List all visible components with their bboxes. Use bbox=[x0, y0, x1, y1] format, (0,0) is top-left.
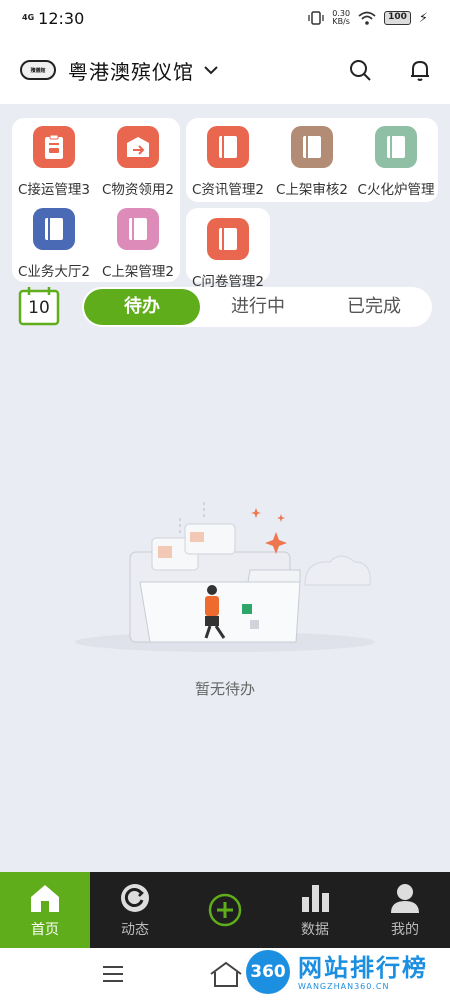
nav-data-label: 数据 bbox=[301, 922, 329, 938]
empty-folder-illustration bbox=[75, 502, 375, 652]
book-icon bbox=[207, 126, 249, 168]
app-label: C接运管理3 bbox=[17, 182, 90, 198]
tab-pending[interactable]: 待办 bbox=[84, 289, 200, 325]
org-logo: 殯儀館 bbox=[20, 60, 56, 80]
bottom-nav: 首页 动态 数据 我的 bbox=[0, 872, 450, 948]
app-tile[interactable]: C物资领用2 bbox=[96, 118, 180, 198]
app-tile[interactable]: C业务大厅2 bbox=[12, 200, 96, 280]
org-title[interactable]: 粤港澳殡仪馆 bbox=[68, 56, 194, 85]
book-icon bbox=[375, 126, 417, 168]
watermark: 360 网站排行榜 WANGZHAN360.CN bbox=[246, 950, 428, 994]
battery-indicator: 100 bbox=[384, 11, 411, 25]
nav-data[interactable]: 数据 bbox=[270, 872, 360, 948]
tab-completed[interactable]: 已完成 bbox=[316, 289, 432, 325]
wifi-icon bbox=[358, 11, 376, 25]
book-icon bbox=[33, 208, 75, 250]
user-icon bbox=[391, 884, 419, 913]
app-tile[interactable]: C问卷管理2 bbox=[186, 210, 270, 290]
app-header: 殯儀館 粤港澳殡仪馆 bbox=[0, 36, 450, 104]
app-tile[interactable]: C火化炉管理 bbox=[354, 118, 438, 198]
nav-home-label: 首页 bbox=[31, 922, 59, 938]
app-label: C上架管理2 bbox=[101, 264, 174, 280]
search-icon[interactable] bbox=[348, 58, 372, 82]
empty-state-text: 暂无待办 bbox=[194, 680, 255, 698]
clipboard-car-icon bbox=[33, 126, 75, 168]
nav-me[interactable]: 我的 bbox=[360, 872, 450, 948]
task-tabs: 待办 进行中 已完成 bbox=[82, 287, 432, 327]
vibrate-icon bbox=[308, 11, 324, 25]
book-icon bbox=[291, 126, 333, 168]
app-tile[interactable]: C资讯管理2 bbox=[186, 118, 270, 198]
app-label: C物资领用2 bbox=[101, 182, 174, 198]
system-home-icon[interactable] bbox=[208, 960, 244, 988]
calendar-button[interactable]: 10 bbox=[18, 286, 60, 326]
system-nav-bar: 360 网站排行榜 WANGZHAN360.CN bbox=[0, 948, 450, 1000]
status-time: 12:30 bbox=[38, 8, 85, 28]
bar-chart-icon bbox=[302, 885, 329, 912]
add-circle-icon bbox=[208, 893, 242, 927]
materials-icon bbox=[117, 126, 159, 168]
book-icon bbox=[207, 218, 249, 260]
app-label: C业务大厅2 bbox=[17, 264, 90, 280]
app-label: C资讯管理2 bbox=[191, 182, 264, 198]
nav-me-label: 我的 bbox=[391, 922, 419, 938]
home-icon bbox=[31, 885, 59, 912]
menu-icon[interactable] bbox=[102, 965, 124, 983]
network-speed: 0.30 KB/s bbox=[332, 9, 351, 26]
charging-icon: ⚡ bbox=[418, 10, 428, 26]
activity-icon bbox=[121, 884, 149, 912]
tab-in-progress[interactable]: 进行中 bbox=[200, 289, 316, 325]
bell-icon[interactable] bbox=[408, 58, 432, 82]
nav-activity[interactable]: 动态 bbox=[90, 872, 180, 948]
watermark-title: 网站排行榜 bbox=[298, 953, 428, 982]
watermark-logo: 360 bbox=[246, 950, 290, 994]
app-tile[interactable]: C上架审核2 bbox=[270, 118, 354, 198]
app-tile[interactable]: C接运管理3 bbox=[12, 118, 96, 198]
watermark-url: WANGZHAN360.CN bbox=[298, 981, 390, 991]
book-icon bbox=[117, 208, 159, 250]
nav-home[interactable]: 首页 bbox=[0, 872, 90, 948]
app-label: C上架审核2 bbox=[275, 182, 348, 198]
status-bar: 4G 12:30 0.30 KB/s 100 ⚡ bbox=[0, 0, 450, 36]
calendar-day: 10 bbox=[28, 298, 50, 318]
nav-activity-label: 动态 bbox=[121, 922, 149, 938]
network-type: 4G bbox=[22, 13, 35, 22]
chevron-down-icon[interactable] bbox=[202, 61, 220, 79]
app-label: C火化炉管理 bbox=[357, 182, 435, 198]
nav-add[interactable] bbox=[180, 872, 270, 948]
app-tile[interactable]: C上架管理2 bbox=[96, 200, 180, 280]
